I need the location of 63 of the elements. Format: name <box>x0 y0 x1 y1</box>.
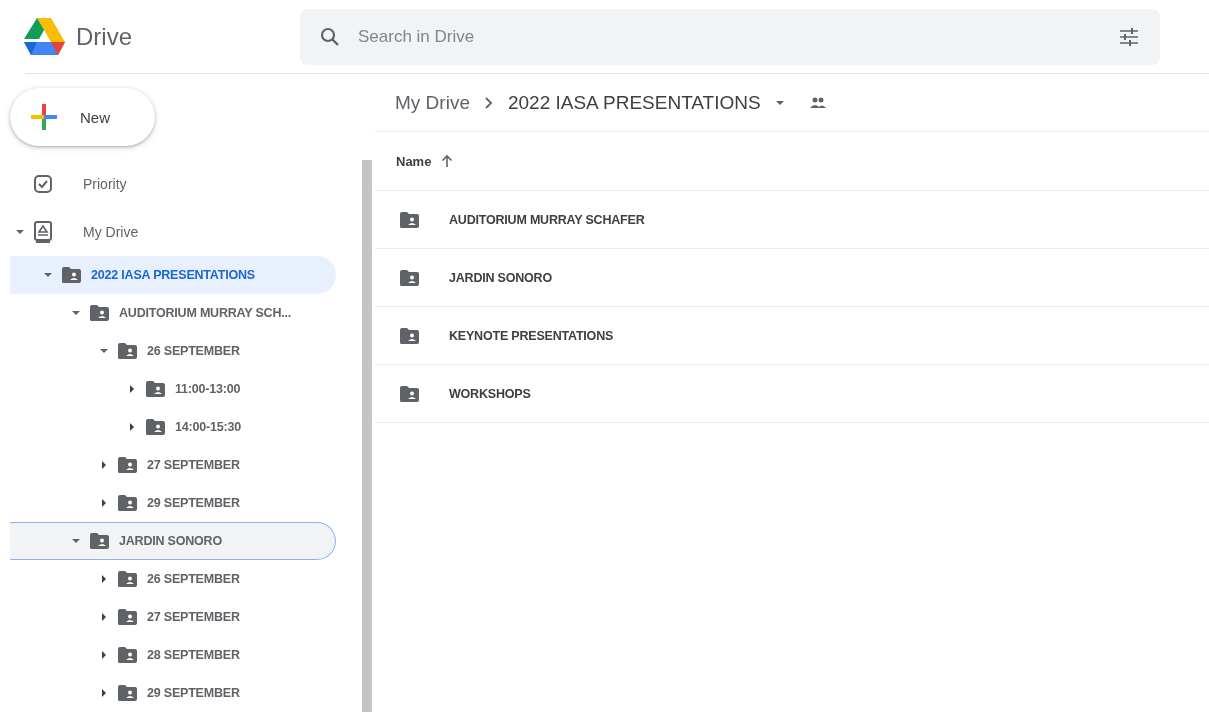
caret-right-icon[interactable] <box>127 422 137 432</box>
sort-arrow-up-icon[interactable] <box>441 154 454 168</box>
caret-right-icon[interactable] <box>99 688 109 698</box>
shared-folder-icon <box>117 647 137 663</box>
folder-tree-item[interactable]: 26 SEPTEMBER <box>10 332 336 370</box>
file-name[interactable]: KEYNOTE PRESENTATIONS <box>449 328 614 343</box>
column-header[interactable]: Name <box>396 153 432 169</box>
caret-right-icon[interactable] <box>99 460 109 470</box>
caret-right-icon[interactable] <box>99 650 109 660</box>
filter-options-icon[interactable] <box>1118 26 1140 47</box>
scrollbar[interactable] <box>362 160 372 712</box>
app-title: Drive <box>76 22 132 51</box>
new-button[interactable]: New <box>10 88 155 146</box>
folder-tree-item[interactable]: 11:00-13:00 <box>10 370 336 408</box>
file-name[interactable]: WORKSHOPS <box>449 386 531 401</box>
shared-folder-icon <box>399 211 419 228</box>
folder-tree-item[interactable]: 28 SEPTEMBER <box>10 636 336 674</box>
plus-icon <box>30 103 58 131</box>
drive-logo-icon[interactable] <box>22 16 66 57</box>
search-icon[interactable] <box>320 26 340 47</box>
breadcrumb-item[interactable]: My Drive <box>395 91 470 114</box>
file-name[interactable]: JARDIN SONORO <box>449 270 552 285</box>
shared-folder-icon <box>145 381 165 397</box>
file-name[interactable]: AUDITORIUM MURRAY SCHAFER <box>449 212 645 227</box>
caret-right-icon[interactable] <box>99 612 109 622</box>
shared-folder-icon <box>89 305 109 321</box>
search-field[interactable]: Search in Drive <box>356 25 1102 48</box>
chevron-right-icon <box>483 95 494 110</box>
sidebar-item[interactable]: My Drive <box>10 208 336 256</box>
drive-icon <box>33 221 53 243</box>
folder-tree-item[interactable]: 14:00-15:30 <box>10 408 336 446</box>
shared-folder-icon <box>117 609 137 625</box>
folder-tree-item[interactable]: JARDIN SONORO <box>10 522 336 560</box>
folder-tree-item[interactable]: 29 SEPTEMBER <box>10 484 336 522</box>
sidebar-item[interactable]: Priority <box>10 160 336 208</box>
folder-tree-item[interactable]: 2022 IASA PRESENTATIONS <box>10 256 336 294</box>
caret-down-icon[interactable] <box>71 308 81 318</box>
shared-folder-icon <box>145 419 165 435</box>
shared-folder-icon <box>117 571 137 587</box>
checkbox-icon <box>33 174 53 194</box>
caret-down-icon[interactable] <box>43 270 53 280</box>
shared-folder-icon <box>117 457 137 473</box>
caret-down-icon[interactable] <box>71 536 81 546</box>
caret-right-icon[interactable] <box>99 574 109 584</box>
shared-folder-icon <box>89 533 109 549</box>
shared-folder-icon <box>399 385 419 402</box>
folder-tree-item[interactable]: AUDITORIUM MURRAY SCH... <box>10 294 336 332</box>
shared-folder-icon <box>117 343 137 359</box>
folder-tree-item[interactable]: 29 SEPTEMBER <box>10 674 336 712</box>
caret-right-icon[interactable] <box>99 498 109 508</box>
shared-folder-icon <box>117 685 137 701</box>
shared-folder-icon <box>117 495 137 511</box>
folder-tree-item[interactable]: 26 SEPTEMBER <box>10 560 336 598</box>
folder-tree-item[interactable]: 27 SEPTEMBER <box>10 446 336 484</box>
shared-folder-icon <box>399 269 419 286</box>
folder-tree-item[interactable]: 27 SEPTEMBER <box>10 598 336 636</box>
shared-folder-icon <box>61 267 81 283</box>
search-bar[interactable]: Search in Drive <box>300 8 1160 65</box>
breadcrumb-item[interactable]: 2022 IASA PRESENTATIONS <box>507 91 761 114</box>
caret-down-icon[interactable] <box>15 227 25 237</box>
caret-right-icon[interactable] <box>127 384 137 394</box>
shared-folder-icon <box>399 327 419 344</box>
caret-down-icon[interactable] <box>99 346 109 356</box>
